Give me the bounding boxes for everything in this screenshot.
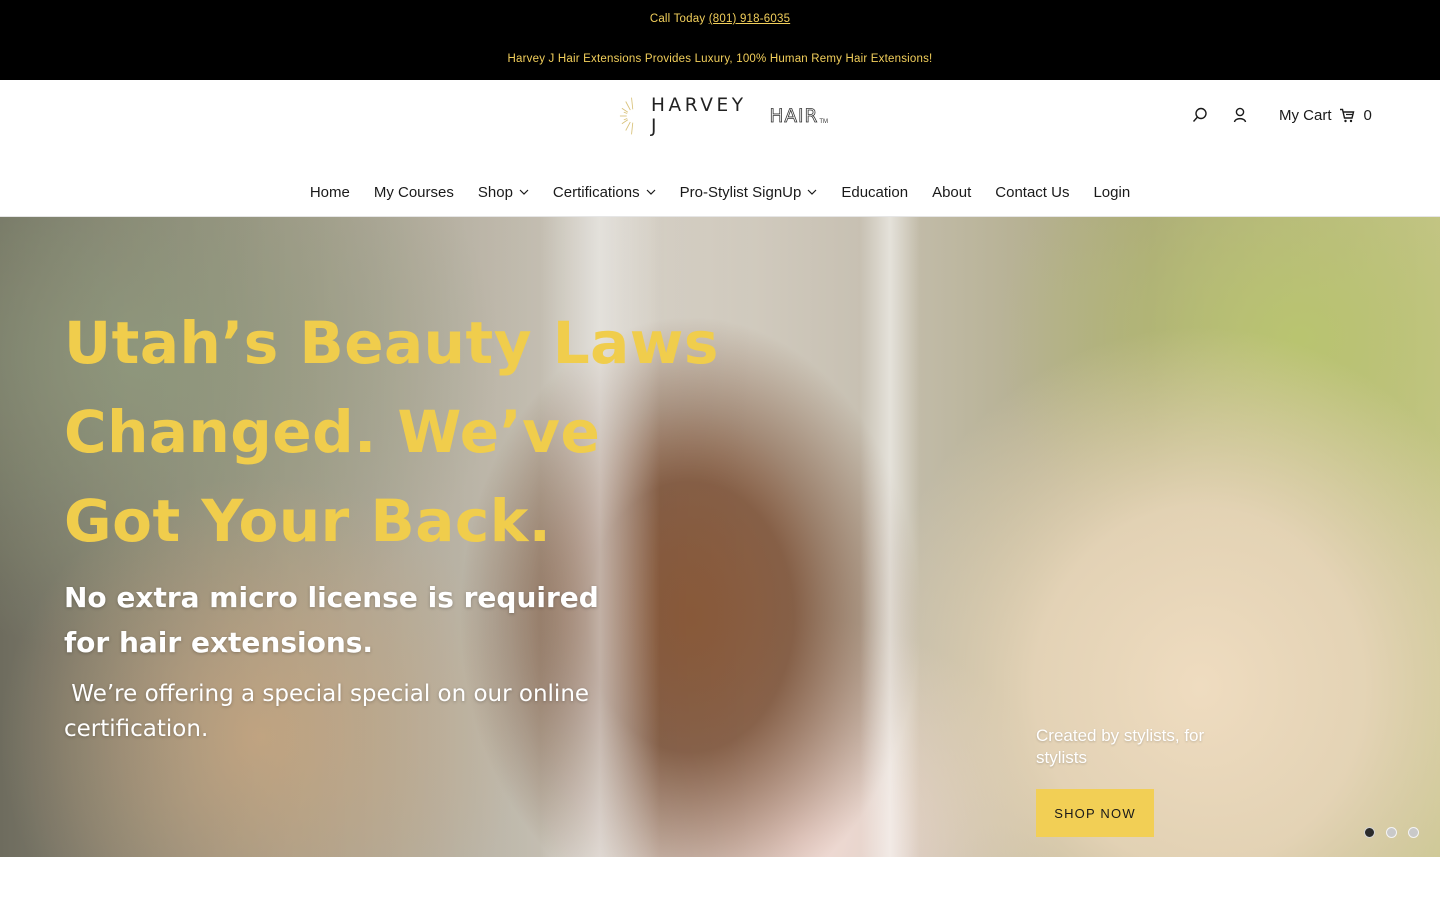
hero-subheading-line: for hair extensions. bbox=[64, 626, 374, 659]
cart-label: My Cart bbox=[1279, 106, 1332, 124]
slide-dot-3[interactable] bbox=[1408, 827, 1419, 838]
nav-item-education[interactable]: Education bbox=[841, 184, 908, 201]
chevron-down-icon bbox=[807, 189, 817, 195]
hero-heading: Utah’s Beauty Laws Changed. We’ve Got Yo… bbox=[64, 299, 744, 566]
nav-label: Login bbox=[1093, 183, 1131, 201]
nav-item-contact-us[interactable]: Contact Us bbox=[995, 184, 1069, 201]
nav-label: About bbox=[932, 183, 972, 201]
nav-item-my-courses[interactable]: My Courses bbox=[374, 184, 454, 201]
nav-item-about[interactable]: About bbox=[932, 184, 971, 201]
slide-dot-2[interactable] bbox=[1386, 827, 1397, 838]
phone-link[interactable]: (801) 918-6035 bbox=[709, 13, 790, 25]
nav-label: Contact Us bbox=[995, 183, 1070, 201]
site-header: HARVEY J HAIR TM My Cart 0 Home My Cours… bbox=[0, 80, 1440, 217]
main-nav: Home My Courses Shop Certifications Pro-… bbox=[0, 180, 1440, 204]
shop-now-button[interactable]: SHOP NOW bbox=[1036, 789, 1154, 837]
nav-label: Home bbox=[309, 183, 350, 201]
hero-body-text: We’re offering a special special on our … bbox=[64, 677, 644, 747]
hero-tagline: Created by stylists, for stylists bbox=[1036, 726, 1205, 767]
nav-item-home[interactable]: Home bbox=[310, 184, 350, 201]
nav-label: Pro-Stylist SignUp bbox=[679, 183, 802, 201]
nav-item-certifications[interactable]: Certifications bbox=[553, 184, 656, 201]
slide-dot-1[interactable] bbox=[1364, 827, 1375, 838]
nav-item-pro-stylist-signup[interactable]: Pro-Stylist SignUp bbox=[680, 184, 818, 201]
search-button[interactable] bbox=[1190, 105, 1210, 125]
hero-banner: Utah’s Beauty Laws Changed. We’ve Got Yo… bbox=[0, 217, 1440, 857]
hero-subheading-line: No extra micro license is required bbox=[64, 581, 599, 614]
logo-burst-icon bbox=[619, 97, 641, 135]
nav-item-login[interactable]: Login bbox=[1093, 184, 1130, 201]
nav-item-shop[interactable]: Shop bbox=[478, 184, 529, 201]
logo-trademark: TM bbox=[819, 119, 828, 125]
logo-text-hair: HAIR bbox=[769, 105, 819, 127]
account-icon bbox=[1233, 107, 1247, 123]
search-icon bbox=[1192, 107, 1207, 122]
announcement-bar: Call Today (801) 918-6035 Harvey J Hair … bbox=[0, 0, 1440, 80]
nav-label: Education bbox=[841, 183, 909, 201]
announcement-call-line: Call Today (801) 918-6035 bbox=[0, 13, 1440, 25]
nav-label: My Courses bbox=[373, 183, 454, 201]
cart-count: 0 bbox=[1363, 106, 1372, 124]
cart-button[interactable]: My Cart 0 bbox=[1279, 105, 1372, 125]
slideshow-dots bbox=[1364, 827, 1430, 838]
hero-heading-line: Utah’s Beauty Laws bbox=[64, 309, 719, 377]
call-today-label: Call Today bbox=[649, 13, 706, 25]
cart-icon bbox=[1339, 108, 1355, 123]
nav-label: Shop bbox=[477, 183, 513, 201]
account-button[interactable] bbox=[1230, 105, 1250, 125]
nav-label: Certifications bbox=[552, 183, 640, 201]
hero-heading-line: Changed. We’ve bbox=[64, 398, 601, 466]
hero-background-detail bbox=[860, 217, 920, 857]
site-logo[interactable]: HARVEY J HAIR TM bbox=[618, 94, 828, 138]
chevron-down-icon bbox=[646, 189, 656, 195]
chevron-down-icon bbox=[519, 189, 529, 195]
hero-body-line: We’re offering a special special on our … bbox=[64, 681, 590, 707]
hero-subheading: No extra micro license is required for h… bbox=[64, 575, 624, 665]
announcement-message: Harvey J Hair Extensions Provides Luxury… bbox=[507, 53, 933, 65]
logo-text-main: HARVEY J bbox=[651, 95, 747, 137]
hero-body-line: certification. bbox=[64, 716, 209, 742]
hero-heading-line: Got Your Back. bbox=[64, 487, 552, 555]
